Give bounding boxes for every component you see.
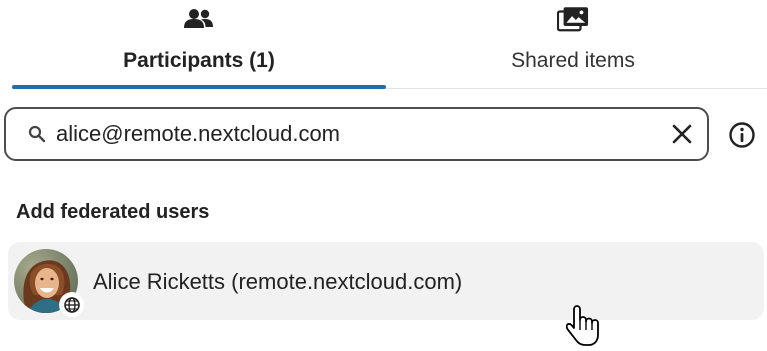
tab-participants-label: Participants (1) xyxy=(123,49,275,72)
tab-bar: Participants (1) Shared items xyxy=(12,0,767,89)
search-box xyxy=(4,107,709,161)
photo-gallery-icon xyxy=(557,6,589,32)
info-icon xyxy=(729,122,755,148)
active-tab-indicator xyxy=(12,85,386,89)
info-button[interactable] xyxy=(727,120,757,150)
close-icon xyxy=(672,124,692,144)
clear-search-button[interactable] xyxy=(669,121,695,147)
people-icon xyxy=(183,6,215,32)
tab-shared-items[interactable]: Shared items xyxy=(386,0,760,88)
section-heading: Add federated users xyxy=(16,201,210,223)
tab-shared-items-label: Shared items xyxy=(511,49,635,72)
result-label: Alice Ricketts (remote.nextcloud.com) xyxy=(93,269,463,294)
search-icon xyxy=(28,125,46,143)
tab-participants[interactable]: Participants (1) xyxy=(12,0,386,89)
participants-panel: Participants (1) Shared items alice@remo… xyxy=(0,0,767,351)
globe-icon xyxy=(60,293,84,317)
search-input[interactable] xyxy=(56,119,646,149)
list-item[interactable]: Alice Ricketts (remote.nextcloud.com) xyxy=(8,242,764,320)
